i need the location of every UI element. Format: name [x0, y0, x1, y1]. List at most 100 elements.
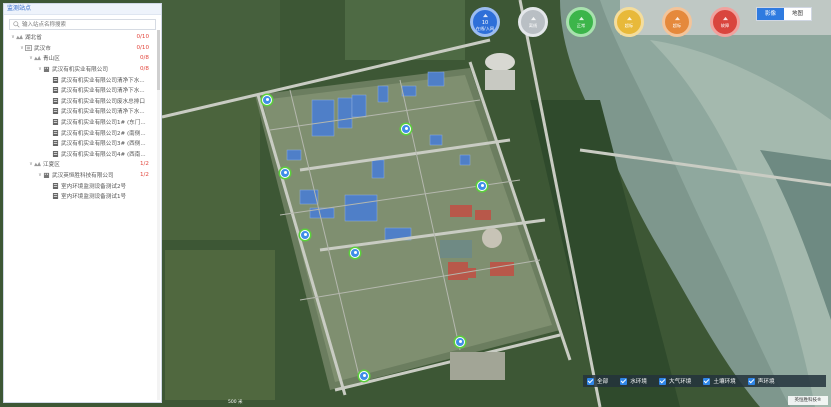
tree-node-label: 室内环境监测设备测试1号: [61, 194, 127, 201]
tree-node[interactable]: ∨ 武汉有机实业有限公司 0/8: [4, 64, 161, 75]
tree-node-label: 武汉有机实业有限公司废水总排口: [61, 98, 145, 105]
tree-node-label: 武汉有机实业有限公司清净下水...: [61, 88, 145, 95]
tree-node[interactable]: 武汉有机实业有限公司4# (西南...: [4, 149, 161, 160]
tree-node[interactable]: 武汉有机实业有限公司清净下水...: [4, 106, 161, 117]
tree-node[interactable]: ∨ 武汉英恒胜科技有限公司 1/2: [4, 170, 161, 181]
tree-node-label: 武汉有机实业有限公司2# (南侧...: [61, 130, 146, 137]
layer-filter-checkbox[interactable]: 全部: [587, 377, 608, 385]
status-icon: [722, 16, 729, 23]
station-icon: [52, 182, 59, 189]
copyright-label: 英恒胜科技®: [788, 396, 828, 405]
tree-node[interactable]: 室内环境监测设备测试2号: [4, 180, 161, 191]
status-label: 正常: [576, 23, 586, 28]
station-icon: [52, 76, 59, 83]
layer-filter-checkbox[interactable]: 土壤环境: [703, 377, 736, 385]
node-alarm-count: 1/2: [139, 172, 149, 179]
node-alarm-count: 0/10: [136, 34, 149, 41]
site-tree-panel: 监测站点 ∨湖北省0/10∨武汉市0/10∨青山区0/8∨武汉有机实业有限公司0…: [3, 3, 162, 403]
tree-node-label: 武汉英恒胜科技有限公司: [52, 173, 114, 180]
tree-node-label: 湖北省: [25, 35, 42, 42]
tree-node[interactable]: 武汉有机实业有限公司废水总排口: [4, 96, 161, 107]
tree-node[interactable]: ∨ 青山区 0/8: [4, 53, 161, 64]
filter-label: 水环境: [630, 379, 647, 385]
node-alarm-count: 0/10: [136, 44, 149, 51]
company-icon: [43, 66, 50, 73]
tree-node[interactable]: ∨ 江夏区 1/2: [4, 159, 161, 170]
scrollbar-thumb[interactable]: [157, 30, 160, 90]
layer-filter-bar: 全部 水环境 大气环境 土壤环境 声环境: [583, 375, 826, 387]
filter-label: 全部: [597, 379, 609, 385]
layer-filter-checkbox[interactable]: 声环境: [747, 377, 775, 385]
map-type-switch: 影像 地图: [756, 7, 812, 21]
tree-node[interactable]: 武汉有机实业有限公司3# (西侧...: [4, 138, 161, 149]
tree-node-label: 武汉有机实业有限公司: [52, 67, 108, 74]
station-pin[interactable]: [350, 248, 360, 258]
layer-filter-checkbox[interactable]: 水环境: [620, 377, 647, 385]
station-icon: [52, 87, 59, 94]
checkbox-checked-icon[interactable]: [659, 377, 666, 385]
status-circle[interactable]: 超标: [662, 7, 692, 37]
checkbox-checked-icon[interactable]: [587, 377, 594, 385]
status-circle[interactable]: 故障: [710, 7, 740, 37]
tree-node[interactable]: 武汉有机实业有限公司清净下水...: [4, 74, 161, 85]
status-circle[interactable]: 离线: [518, 7, 548, 37]
tree-node-label: 室内环境监测设备测试2号: [61, 183, 127, 190]
status-label: 离线: [528, 23, 538, 28]
status-icon: [530, 16, 537, 23]
org-icon: [34, 55, 41, 61]
satellite-tab[interactable]: 影像: [757, 8, 784, 20]
station-icon: [52, 119, 59, 126]
org-icon: [16, 34, 23, 40]
station-pin[interactable]: [280, 168, 290, 178]
station-icon: [52, 108, 59, 115]
status-icon: [674, 16, 681, 23]
checkbox-checked-icon[interactable]: [703, 377, 711, 385]
tree-node-label: 武汉有机实业有限公司3# (西侧...: [61, 141, 146, 148]
tree-node-label: 武汉有机实业有限公司清净下水...: [61, 109, 145, 116]
map-scale: 500 米: [228, 400, 243, 405]
checkbox-checked-icon[interactable]: [747, 377, 755, 385]
status-circle[interactable]: 正常: [566, 7, 596, 37]
org-icon: [34, 161, 41, 167]
panel-title: 监测站点: [4, 4, 161, 15]
status-icon: [626, 16, 633, 23]
tree-node[interactable]: ∨ 湖北省 0/10: [4, 32, 161, 43]
tree-node-label: 江夏区: [43, 162, 60, 169]
station-icon: [52, 150, 59, 157]
map-tab[interactable]: 地图: [784, 8, 811, 20]
filter-label: 声环境: [757, 379, 775, 385]
search-input[interactable]: [10, 20, 162, 29]
layer-filter-checkbox[interactable]: 大气环境: [659, 377, 691, 385]
status-circle[interactable]: 10 在线/入网: [470, 7, 500, 37]
tree-node[interactable]: 武汉有机实业有限公司2# (南侧...: [4, 127, 161, 138]
station-icon: [52, 140, 59, 147]
status-label: 在线/入网: [475, 26, 495, 31]
filter-label: 大气环境: [669, 379, 692, 385]
tree-node[interactable]: 室内环境监测设备测试1号: [4, 191, 161, 202]
station-pin[interactable]: [300, 230, 310, 240]
station-icon: [52, 129, 59, 136]
station-pin[interactable]: [477, 181, 487, 191]
station-pin[interactable]: [262, 95, 272, 105]
station-pin[interactable]: [401, 124, 411, 134]
tree-node-label: 武汉市: [34, 45, 51, 52]
tree-node-label: 青山区: [43, 56, 60, 63]
tree-node-label: 武汉有机实业有限公司1# (东门...: [61, 120, 146, 127]
node-alarm-count: 0/8: [139, 55, 149, 62]
station-icon: [52, 97, 59, 104]
site-tree: ∨ 湖北省 0/10 ∨ 武汉市 0/10 ∨ 青山区 0/8 ∨ 武汉有机实业有限公司 0/8 武汉有…: [4, 32, 161, 202]
node-alarm-count: 1/2: [139, 161, 149, 168]
company-icon: [43, 172, 50, 179]
status-icon: [578, 16, 585, 23]
checkbox-checked-icon[interactable]: [620, 377, 628, 385]
station-pin[interactable]: [455, 337, 465, 347]
site-search[interactable]: [9, 19, 162, 30]
station-pin[interactable]: [359, 371, 369, 381]
tree-node[interactable]: 武汉有机实业有限公司清净下水...: [4, 85, 161, 96]
tree-node[interactable]: ∨ 武汉市 0/10: [4, 43, 161, 54]
tree-node-label: 武汉有机实业有限公司4# (西南...: [61, 151, 146, 158]
status-circle[interactable]: 超标: [614, 7, 644, 37]
node-alarm-count: 0/8: [139, 66, 149, 73]
status-label: 超标: [624, 23, 634, 28]
tree-node[interactable]: 武汉有机实业有限公司1# (东门...: [4, 117, 161, 128]
